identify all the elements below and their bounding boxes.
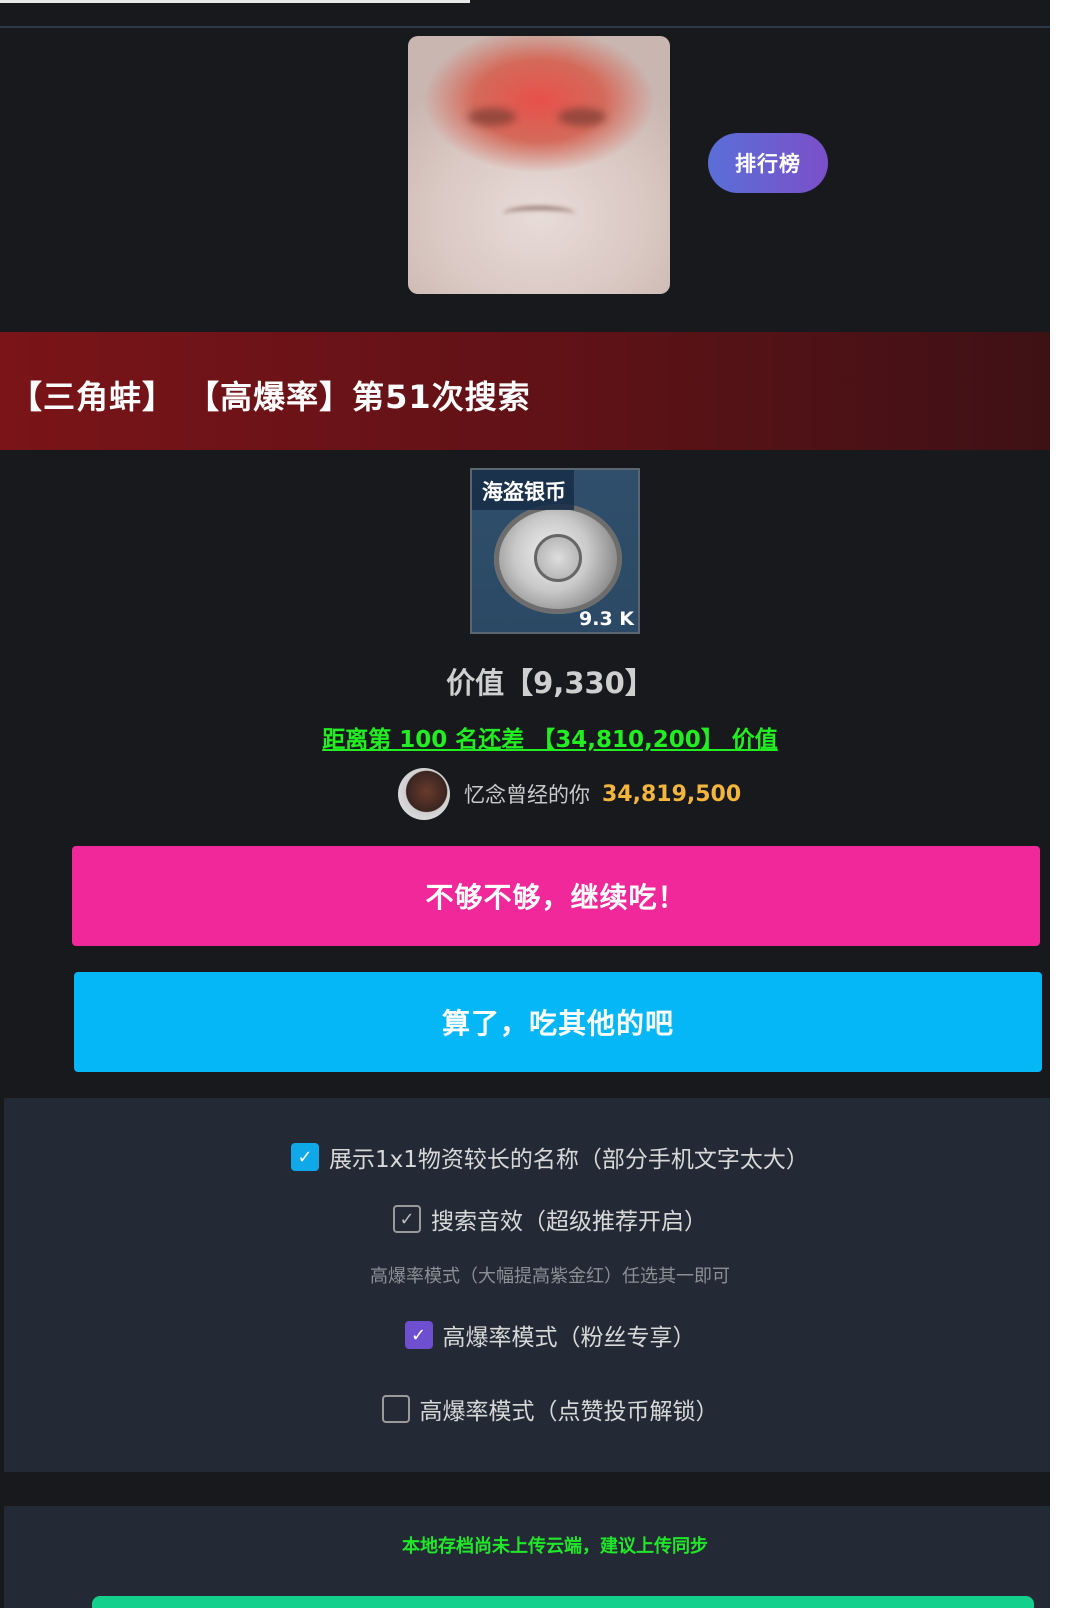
section-divider — [4, 1476, 1050, 1506]
leader-name: 忆念曾经的你 — [464, 783, 590, 807]
option-search-sound[interactable]: ✓ 搜索音效（超级推荐开启） — [0, 1202, 1050, 1236]
item-card[interactable]: 海盗银币 9.3 K — [470, 468, 640, 634]
leaderboard-button[interactable]: 排行榜 — [708, 133, 828, 193]
checkbox-checked-icon[interactable]: ✓ — [291, 1143, 320, 1171]
option-label: 展示1x1物资较长的名称（部分手机文字太大） — [329, 1147, 809, 1173]
option-high-rate-like[interactable]: 高爆率模式（点赞投币解锁） — [0, 1392, 1050, 1426]
checkbox-unchecked-icon[interactable] — [381, 1395, 410, 1423]
search-title: 【三角蚌】 【高爆率】第51次搜索 — [10, 378, 531, 416]
item-value: 价值【9,330】 — [446, 666, 654, 700]
option-show-long-names[interactable]: ✓ 展示1x1物资较长的名称（部分手机文字太大） — [0, 1140, 1050, 1174]
leader-value: 34,819,500 — [602, 781, 742, 807]
cloud-sync-notice: 本地存档尚未上传云端，建议上传同步 — [402, 1536, 708, 1557]
top-strip — [0, 0, 470, 3]
checkbox-checked-icon[interactable]: ✓ — [393, 1205, 421, 1233]
mode-hint: 高爆率模式（大幅提高紫金红）任选其一即可 — [370, 1266, 730, 1287]
streamer-avatar — [408, 36, 670, 294]
avatar-mouth — [503, 206, 575, 222]
item-name: 海盗银币 — [472, 470, 574, 510]
option-label: 高爆率模式（点赞投币解锁） — [419, 1399, 719, 1425]
coin-face — [534, 534, 582, 582]
leader-row: 忆念曾经的你 34,819,500 — [398, 766, 741, 822]
option-label: 搜索音效（超级推荐开启） — [431, 1209, 707, 1235]
option-high-rate-fans[interactable]: ✓ 高爆率模式（粉丝专享） — [0, 1318, 1050, 1352]
avatar-eye-right — [558, 108, 606, 126]
top-divider — [0, 26, 1050, 28]
option-label: 高爆率模式（粉丝专享） — [442, 1325, 696, 1351]
avatar-eye-left — [468, 108, 516, 126]
checkbox-checked-icon[interactable]: ✓ — [404, 1321, 433, 1349]
upload-cloud-button[interactable] — [92, 1596, 1034, 1608]
app-window: 排行榜 【三角蚌】 【高爆率】第51次搜索 海盗银币 9.3 K 价值【9,33… — [0, 0, 1050, 1608]
stop-search-button[interactable]: 算了，吃其他的吧 — [74, 972, 1042, 1072]
rank-gap-link[interactable]: 距离第 100 名还差 【34,810,200】 价值 — [0, 720, 1050, 754]
leader-avatar — [398, 768, 450, 820]
continue-search-button[interactable]: 不够不够，继续吃！ — [72, 846, 1040, 946]
item-quantity: 9.3 K — [579, 608, 634, 630]
silver-coin-icon — [494, 504, 622, 614]
